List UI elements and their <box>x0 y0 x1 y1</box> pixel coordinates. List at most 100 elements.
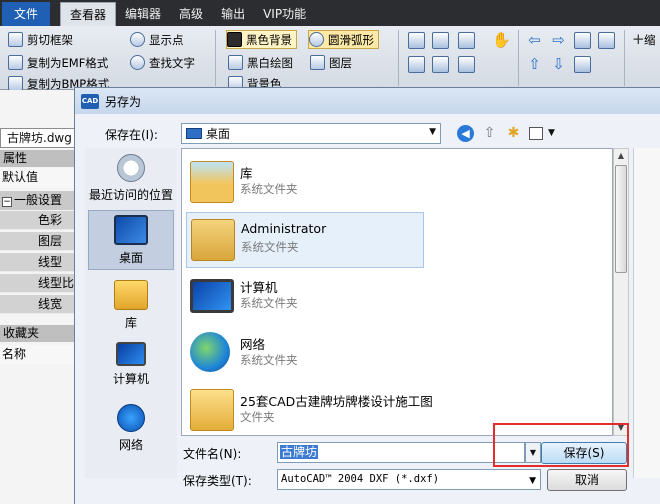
ribbon-separator <box>624 30 625 86</box>
look-in-label: 保存在(I): <box>105 128 158 142</box>
libraries-icon <box>114 280 148 310</box>
look-in-dropdown[interactable]: 桌面 ▼ <box>181 123 441 144</box>
file-name: 计算机 <box>240 280 278 295</box>
black-white-icon <box>228 55 243 70</box>
up-folder-icon[interactable]: ⇧ <box>481 125 498 142</box>
flip-view-icon[interactable] <box>574 56 591 73</box>
file-type: 系统文件夹 <box>240 353 298 367</box>
computer-icon <box>190 279 234 313</box>
property-lineweight[interactable]: 线宽 <box>0 295 76 314</box>
file-name: 网络 <box>240 337 266 352</box>
place-desktop[interactable]: 桌面 <box>88 210 174 270</box>
place-libraries[interactable]: 库 <box>88 276 174 336</box>
place-recent[interactable]: 最近访问的位置 <box>88 150 174 210</box>
back-arrow-icon[interactable]: ◀ <box>457 125 474 142</box>
tab-output[interactable]: 输出 <box>212 2 254 26</box>
general-settings-group[interactable]: − 一般设置 <box>0 191 76 210</box>
dialog-title-bar[interactable]: CAD 另存为 <box>75 88 660 114</box>
tab-advanced[interactable]: 高级 <box>170 2 212 26</box>
zoom-extra-button[interactable]: + 缩 <box>632 30 656 49</box>
clip-frame-label: 剪切框架 <box>27 32 73 47</box>
place-computer[interactable]: 计算机 <box>88 338 174 398</box>
show-points-button[interactable]: 显示点 <box>130 30 184 49</box>
place-network[interactable]: 网络 <box>88 400 174 460</box>
layers-icon <box>310 55 325 70</box>
filename-input[interactable]: 古牌坊 <box>277 442 525 463</box>
network-icon <box>117 404 145 432</box>
filetype-select[interactable]: AutoCAD™ 2004 DXF (*.dxf) ▼ <box>277 469 541 490</box>
find-text-button[interactable]: 查找文字 <box>130 53 195 72</box>
arrow-right-icon[interactable]: ⇨ <box>550 32 567 49</box>
zoom-window-icon[interactable] <box>432 32 449 49</box>
bmp-icon <box>8 76 23 90</box>
smooth-arcs-toggle[interactable]: 圆滑弧形 <box>308 30 379 49</box>
list-item[interactable]: 网络 系统文件夹 <box>186 326 424 382</box>
arrow-up-icon[interactable]: ⇧ <box>526 56 543 73</box>
grid-view-icon[interactable] <box>408 32 425 49</box>
cancel-button[interactable]: 取消 <box>547 469 627 491</box>
chevron-down-icon: ▼ <box>429 127 436 137</box>
mirror-view-icon[interactable] <box>598 32 615 49</box>
scroll-thumb[interactable] <box>615 165 627 273</box>
place-label: 最近访问的位置 <box>88 188 173 202</box>
places-bar: 最近访问的位置 桌面 库 计算机 网络 <box>85 148 177 478</box>
tab-file[interactable]: 文件 <box>2 2 51 26</box>
emf-icon <box>8 55 23 70</box>
collapse-icon[interactable]: − <box>2 197 12 207</box>
file-list-scrollbar[interactable]: ▲ ▼ <box>613 148 629 436</box>
view-chevron-icon[interactable]: ▼ <box>543 125 560 142</box>
fit-view-icon[interactable] <box>432 56 449 73</box>
copy-view-icon[interactable] <box>408 56 425 73</box>
general-settings-label: 一般设置 <box>14 193 63 207</box>
rotate-view-icon[interactable] <box>574 32 591 49</box>
ribbon-separator <box>398 30 399 86</box>
arrow-left-icon[interactable]: ⇦ <box>526 32 543 49</box>
black-background-label: 黑色背景 <box>246 32 292 47</box>
property-layer[interactable]: 图层 <box>0 232 76 251</box>
layers-label: 图层 <box>329 55 352 70</box>
library-folder-icon <box>190 161 234 203</box>
arrow-down-icon[interactable]: ⇩ <box>550 56 567 73</box>
pan-hand-icon[interactable]: ✋ <box>492 32 511 49</box>
list-item-selected[interactable]: Administrator 系统文件夹 <box>186 212 424 268</box>
black-white-drawing-button[interactable]: 黑白绘图 <box>228 53 293 72</box>
file-type: 文件夹 <box>240 410 275 424</box>
tab-viewer[interactable]: 查看器 <box>60 2 117 26</box>
smooth-arcs-label: 圆滑弧形 <box>328 32 374 47</box>
defaults-row[interactable]: 默认值 <box>0 168 76 187</box>
cad-logo-icon: CAD <box>81 93 99 109</box>
property-color[interactable]: 色彩 <box>0 211 76 230</box>
copy-emf-button[interactable]: 复制为EMF格式 <box>8 53 108 72</box>
dialog-title: 另存为 <box>105 94 142 109</box>
black-background-toggle[interactable]: 黑色背景 <box>226 30 297 49</box>
filename-value: 古牌坊 <box>280 445 319 459</box>
file-type: 系统文件夹 <box>240 182 298 196</box>
plus-icon: + <box>632 30 645 48</box>
list-item[interactable]: 计算机 系统文件夹 <box>186 269 424 325</box>
zoom-in-icon[interactable] <box>458 32 475 49</box>
black-white-label: 黑白绘图 <box>247 55 293 70</box>
place-label: 库 <box>124 316 137 330</box>
document-tab[interactable]: 古牌坊.dwg <box>0 128 76 148</box>
name-column-header: 名称 <box>0 345 76 364</box>
property-linetype[interactable]: 线型 <box>0 253 76 272</box>
ribbon-separator <box>215 30 216 86</box>
annotation-highlight-box <box>493 423 629 467</box>
file-name: 25套CAD古建牌坊牌楼设计施工图 <box>240 394 433 409</box>
show-points-label: 显示点 <box>149 32 184 47</box>
desktop-icon <box>114 215 148 245</box>
clip-frame-button[interactable]: 剪切框架 <box>8 30 73 49</box>
list-item[interactable]: 25套CAD古建牌坊牌楼设计施工图 文件夹 <box>186 383 433 435</box>
filetype-value: AutoCAD™ 2004 DXF (*.dxf) <box>281 473 440 485</box>
scroll-up-icon[interactable]: ▲ <box>614 149 628 163</box>
tab-editor[interactable]: 编辑器 <box>116 2 170 26</box>
zoom-out-icon[interactable] <box>458 56 475 73</box>
tab-vip[interactable]: VIP功能 <box>254 2 315 26</box>
copy-emf-label: 复制为EMF格式 <box>27 55 109 70</box>
new-folder-icon[interactable]: ✱ <box>505 125 522 142</box>
list-item[interactable]: 库 系统文件夹 <box>186 155 424 211</box>
property-linetype-scale[interactable]: 线型比 <box>0 274 76 293</box>
view-menu-icon[interactable] <box>529 127 543 140</box>
layers-button[interactable]: 图层 <box>310 53 352 72</box>
find-text-icon <box>130 55 145 70</box>
